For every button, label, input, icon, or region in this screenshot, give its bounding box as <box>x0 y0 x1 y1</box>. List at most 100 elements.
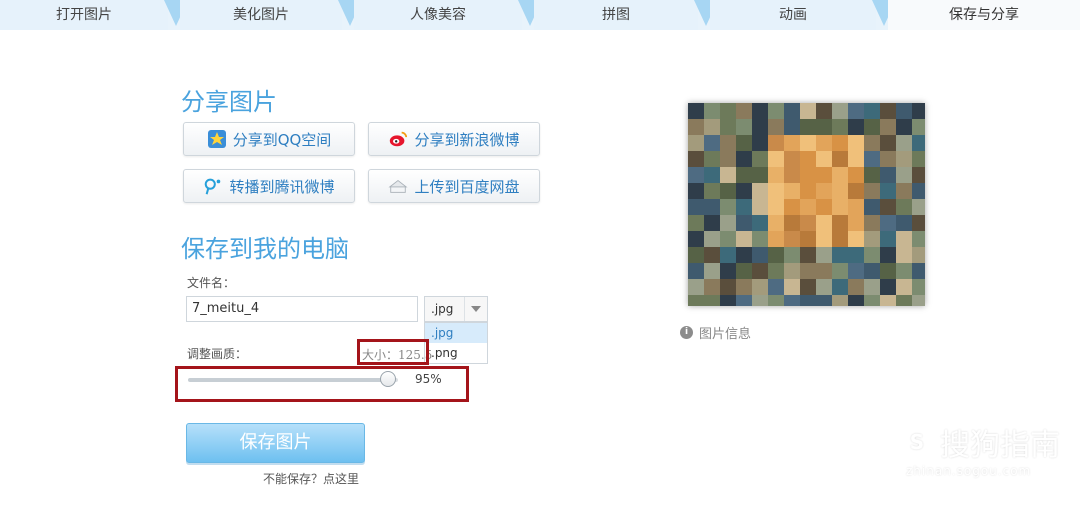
mosaic-cell <box>704 263 720 279</box>
mosaic-cell <box>752 103 768 119</box>
mosaic-cell <box>816 231 832 247</box>
mosaic-cell <box>816 151 832 167</box>
mosaic-cell <box>784 279 800 295</box>
tab-portrait[interactable]: 人像美容 <box>354 0 522 30</box>
mosaic-cell <box>816 279 832 295</box>
mosaic-cell <box>832 167 848 183</box>
watermark-url: zhinan.sogou.com <box>906 464 1032 478</box>
tab-open-image[interactable]: 打开图片 <box>0 0 168 30</box>
tab-beautify[interactable]: 美化图片 <box>180 0 342 30</box>
mosaic-cell <box>800 151 816 167</box>
mosaic-cell <box>912 231 928 247</box>
mosaic-cell <box>768 135 784 151</box>
slider-highlight-box <box>175 366 469 402</box>
mosaic-cell <box>688 119 704 135</box>
tab-animation[interactable]: 动画 <box>710 0 876 30</box>
chevron-down-icon[interactable] <box>464 297 487 321</box>
mosaic-cell <box>912 151 928 167</box>
mosaic-cell <box>816 183 832 199</box>
share-tencent-weibo-button[interactable]: 转播到腾讯微博 <box>183 169 355 203</box>
mosaic-cell <box>736 263 752 279</box>
mosaic-cell <box>864 247 880 263</box>
mosaic-cell <box>848 151 864 167</box>
mosaic-cell <box>720 151 736 167</box>
cannot-save-help-link[interactable]: 不能保存？点这里 <box>263 470 359 487</box>
mosaic-cell <box>736 279 752 295</box>
mosaic-cell <box>768 151 784 167</box>
mosaic-cell <box>864 199 880 215</box>
mosaic-cell <box>912 215 928 231</box>
mosaic-cell <box>720 215 736 231</box>
mosaic-cell <box>864 119 880 135</box>
mosaic-cell <box>688 167 704 183</box>
image-info-link[interactable]: i 图片信息 <box>680 323 751 342</box>
mosaic-cell <box>880 119 896 135</box>
tab-collage[interactable]: 拼图 <box>534 0 698 30</box>
mosaic-cell <box>864 295 880 311</box>
mosaic-cell <box>800 279 816 295</box>
mosaic-cell <box>912 247 928 263</box>
mosaic-cell <box>800 295 816 311</box>
mosaic-cell <box>896 263 912 279</box>
mosaic-cell <box>720 183 736 199</box>
mosaic-cell <box>848 231 864 247</box>
mosaic-cell <box>784 167 800 183</box>
filename-input[interactable]: 7_meitu_4 <box>186 296 418 322</box>
image-info-label: 图片信息 <box>699 327 752 342</box>
mosaic-cell <box>896 199 912 215</box>
mosaic-cell <box>736 215 752 231</box>
mosaic-cell <box>688 151 704 167</box>
format-option-jpg[interactable]: .jpg <box>425 323 487 343</box>
weibo-icon <box>388 129 408 149</box>
mosaic-cell <box>848 247 864 263</box>
mosaic-cell <box>704 215 720 231</box>
mosaic-cell <box>912 199 928 215</box>
mosaic-cell <box>720 247 736 263</box>
mosaic-cell <box>784 103 800 119</box>
mosaic-cell <box>752 199 768 215</box>
mosaic-cell <box>704 103 720 119</box>
mosaic-cell <box>720 167 736 183</box>
mosaic-cell <box>896 279 912 295</box>
mosaic-cell <box>816 119 832 135</box>
mosaic-cell <box>784 183 800 199</box>
mosaic-cell <box>768 103 784 119</box>
mosaic-cell <box>880 279 896 295</box>
mosaic-cell <box>752 119 768 135</box>
mosaic-cell <box>880 183 896 199</box>
mosaic-cell <box>896 151 912 167</box>
share-weibo-label: 分享到新浪微博 <box>414 130 520 149</box>
mosaic-cell <box>752 151 768 167</box>
mosaic-cell <box>720 135 736 151</box>
mosaic-cell <box>832 247 848 263</box>
mosaic-cell <box>800 167 816 183</box>
mosaic-cell <box>864 279 880 295</box>
mosaic-cell <box>784 135 800 151</box>
mosaic-cell <box>736 199 752 215</box>
mosaic-cell <box>736 167 752 183</box>
tab-save-share[interactable]: 保存与分享 <box>888 0 1080 30</box>
mosaic-cell <box>752 263 768 279</box>
mosaic-cell <box>848 119 864 135</box>
share-section-title: 分享图片 <box>181 88 277 116</box>
mosaic-cell <box>784 119 800 135</box>
mosaic-cell <box>832 199 848 215</box>
share-weibo-button[interactable]: 分享到新浪微博 <box>368 122 540 156</box>
mosaic-cell <box>736 135 752 151</box>
mosaic-cell <box>768 183 784 199</box>
mosaic-cell <box>800 103 816 119</box>
format-option-png[interactable]: .png <box>425 343 487 363</box>
mosaic-cell <box>752 279 768 295</box>
mosaic-cell <box>848 135 864 151</box>
mosaic-cell <box>816 263 832 279</box>
share-qzone-button[interactable]: 分享到QQ空间 <box>183 122 355 156</box>
mosaic-cell <box>784 263 800 279</box>
mosaic-cell <box>736 231 752 247</box>
mosaic-cell <box>848 167 864 183</box>
share-qzone-label: 分享到QQ空间 <box>232 130 332 149</box>
upload-baidu-button[interactable]: 上传到百度网盘 <box>368 169 540 203</box>
mosaic-cell <box>896 215 912 231</box>
save-image-button[interactable]: 保存图片 <box>186 423 365 463</box>
format-select[interactable]: .jpg <box>424 296 488 322</box>
mosaic-cell <box>880 135 896 151</box>
